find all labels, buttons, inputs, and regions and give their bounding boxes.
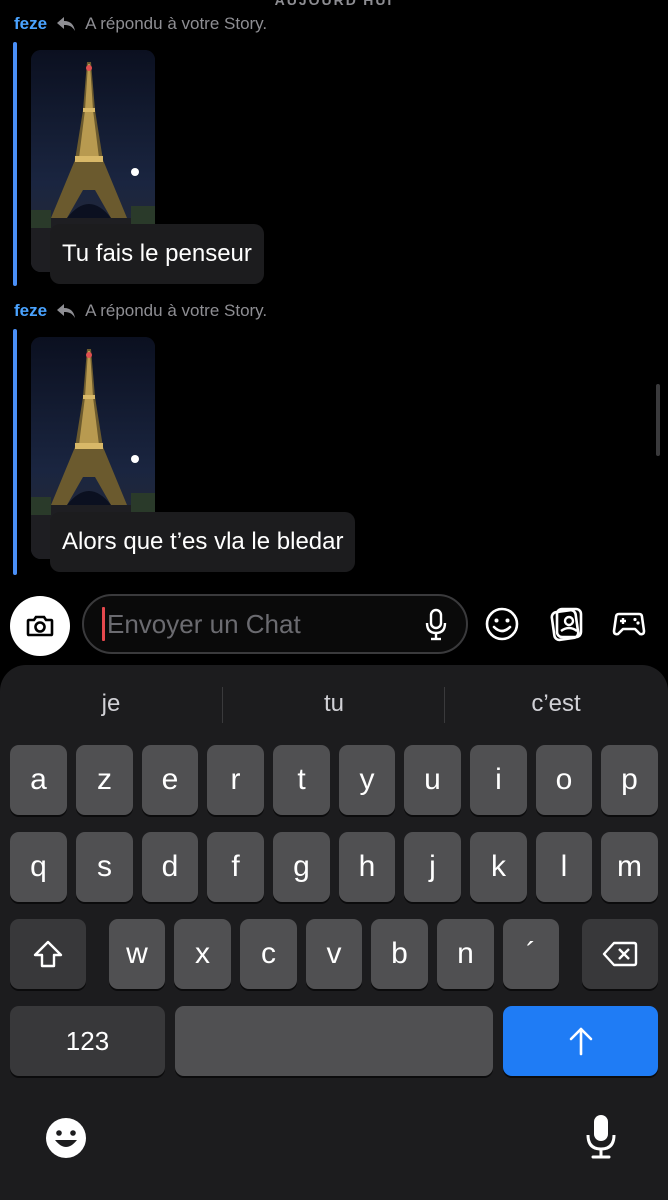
suggestion-bar: je tu c’est [0, 683, 668, 725]
key-k[interactable]: k [470, 832, 527, 902]
message-bubble[interactable]: Alors que t’es vla le bledar [50, 512, 356, 572]
keyboard: je tu c’est a z e r t y u i o p q s d f … [0, 665, 668, 1200]
dictation-mic-icon[interactable] [583, 1113, 619, 1161]
send-arrow-icon [569, 1027, 592, 1056]
key-y[interactable]: y [339, 745, 395, 815]
key-t[interactable]: t [273, 745, 330, 815]
camera-icon [26, 615, 54, 637]
key-c[interactable]: c [240, 919, 297, 989]
text-caret [102, 607, 105, 641]
message-header: feze A répondu à votre Story. [14, 12, 267, 36]
chat-input[interactable]: Envoyer un Chat [82, 594, 468, 654]
key-n[interactable]: n [437, 919, 494, 989]
reply-icon [57, 17, 76, 31]
key-p[interactable]: p [601, 745, 658, 815]
key-w[interactable]: w [109, 919, 165, 989]
sender-name[interactable]: feze [14, 14, 47, 34]
sender-name[interactable]: feze [14, 301, 47, 321]
reply-indicator-bar [13, 329, 17, 575]
backspace-key[interactable] [582, 919, 658, 989]
backspace-icon [602, 941, 638, 967]
stickers-icon[interactable] [547, 605, 585, 643]
key-u[interactable]: u [404, 745, 461, 815]
shift-icon [33, 940, 63, 968]
key-q[interactable]: q [10, 832, 67, 902]
key-b[interactable]: b [371, 919, 428, 989]
key-v[interactable]: v [306, 919, 362, 989]
key-l[interactable]: l [536, 832, 592, 902]
key-a[interactable]: a [10, 745, 67, 815]
key-h[interactable]: h [339, 832, 395, 902]
key-r[interactable]: r [207, 745, 264, 815]
key-m[interactable]: m [601, 832, 658, 902]
chat-input-placeholder: Envoyer un Chat [107, 608, 301, 639]
key-acute-accent[interactable]: ´ [503, 919, 559, 989]
reply-label: A répondu à votre Story. [85, 14, 268, 33]
camera-button[interactable] [10, 596, 70, 656]
emoji-keyboard-icon[interactable] [44, 1116, 88, 1160]
key-g[interactable]: g [273, 832, 330, 902]
key-i[interactable]: i [470, 745, 527, 815]
reply-label: A répondu à votre Story. [85, 301, 268, 320]
suggestion-item[interactable]: je [0, 683, 222, 725]
day-separator: AUJOURD'HUI [274, 0, 394, 8]
suggestion-item[interactable]: tu [223, 683, 445, 725]
key-e[interactable]: e [142, 745, 198, 815]
key-j[interactable]: j [404, 832, 461, 902]
key-x[interactable]: x [174, 919, 231, 989]
scroll-indicator[interactable] [656, 384, 660, 456]
key-z[interactable]: z [76, 745, 133, 815]
reply-indicator-bar [13, 42, 17, 286]
shift-key[interactable] [10, 919, 86, 989]
numbers-key[interactable]: 123 [10, 1006, 165, 1076]
gamepad-icon[interactable] [610, 605, 648, 643]
message-header: feze A répondu à votre Story. [14, 299, 267, 323]
reply-icon [57, 304, 76, 318]
send-key[interactable] [503, 1006, 658, 1076]
space-key[interactable] [175, 1006, 493, 1076]
smiley-icon[interactable] [483, 605, 521, 643]
compose-bar: Envoyer un Chat [0, 583, 668, 665]
key-d[interactable]: d [142, 832, 198, 902]
message-bubble[interactable]: Tu fais le penseur [50, 224, 264, 284]
microphone-icon[interactable] [424, 608, 448, 642]
key-s[interactable]: s [76, 832, 133, 902]
suggestion-item[interactable]: c’est [445, 683, 667, 725]
key-f[interactable]: f [207, 832, 264, 902]
key-o[interactable]: o [536, 745, 592, 815]
